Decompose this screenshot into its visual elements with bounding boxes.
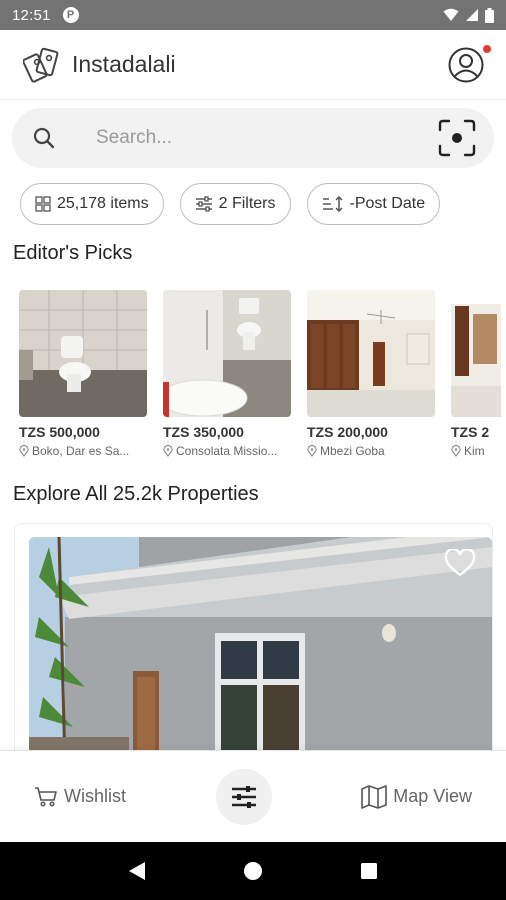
pick-location: Mbezi Goba (307, 444, 435, 458)
wifi-icon (443, 8, 459, 21)
pick-location-label: Kim (464, 444, 485, 458)
pick-location: Kim (451, 444, 501, 458)
pick-card[interactable]: TZS 500,000 Boko, Dar es Sa... (19, 290, 147, 458)
system-nav-bar (0, 842, 506, 900)
items-count-chip[interactable]: 25,178 items (20, 183, 164, 225)
pick-photo (163, 290, 291, 417)
location-pin-icon (19, 445, 29, 457)
profile-button[interactable] (448, 44, 491, 83)
pick-card[interactable]: TZS 2 Kim (451, 290, 501, 458)
recents-icon[interactable] (360, 862, 378, 880)
filter-chips: 25,178 items 2 Filters -Post Date (20, 183, 441, 225)
items-count-label: 25,178 items (57, 195, 149, 212)
app-logo-icon (22, 44, 64, 86)
location-pin-icon (307, 445, 317, 457)
signal-icon (466, 9, 478, 21)
sliders-icon (231, 785, 256, 808)
pick-price: TZS 350,000 (163, 424, 244, 440)
property-card[interactable] (14, 523, 493, 764)
sort-label: -Post Date (349, 195, 426, 212)
bottom-action-bar: Wishlist Map View (0, 750, 506, 842)
pick-card[interactable]: TZS 350,000 Consolata Missio... (163, 290, 291, 458)
pick-photo (307, 290, 435, 417)
filters-chip[interactable]: 2 Filters (179, 183, 291, 225)
editors-picks-title: Editor's Picks (13, 242, 133, 264)
pick-price: TZS 2 (451, 424, 490, 440)
status-time: 12:51 (12, 6, 51, 24)
home-icon[interactable] (243, 861, 263, 881)
pick-photo (451, 290, 501, 417)
editors-picks-carousel[interactable]: TZS 500,000 Boko, Dar es Sa... TZS 350,0… (19, 290, 501, 458)
cart-icon (35, 786, 57, 807)
pick-card[interactable]: TZS 200,000 Mbezi Goba (307, 290, 435, 458)
pick-location: Consolata Missio... (163, 444, 291, 458)
location-pin-icon (451, 445, 461, 457)
pick-location-label: Boko, Dar es Sa... (32, 444, 130, 458)
property-photo (29, 537, 492, 764)
back-icon[interactable] (128, 861, 146, 881)
search-input[interactable]: Search... (96, 127, 172, 149)
filter-button[interactable] (215, 768, 272, 825)
sort-chip[interactable]: -Post Date (306, 183, 441, 225)
user-icon (448, 47, 484, 82)
battery-icon (485, 7, 494, 23)
notification-p-icon: P (62, 7, 79, 23)
filters-label: 2 Filters (218, 195, 276, 212)
image-scan-icon[interactable] (438, 119, 476, 157)
heart-icon[interactable] (444, 549, 476, 577)
map-view-button[interactable]: Map View (361, 784, 472, 809)
map-icon (361, 784, 388, 809)
notification-dot (483, 44, 491, 53)
pick-price: TZS 500,000 (19, 424, 100, 440)
search-bar[interactable]: Search... (12, 108, 494, 168)
status-bar: 12:51 P (0, 0, 506, 30)
pick-location-label: Mbezi Goba (320, 444, 385, 458)
pick-location: Boko, Dar es Sa... (19, 444, 147, 458)
location-pin-icon (163, 445, 173, 457)
pick-price: TZS 200,000 (307, 424, 388, 440)
sliders-icon (195, 196, 212, 212)
pick-photo (19, 290, 147, 417)
map-view-label: Map View (393, 786, 472, 806)
app-bar: Instadalali (0, 30, 506, 100)
wishlist-label: Wishlist (64, 786, 126, 806)
search-icon (33, 127, 55, 149)
sort-icon (322, 196, 343, 212)
pick-location-label: Consolata Missio... (176, 444, 278, 458)
app-title: Instadalali (72, 51, 176, 77)
status-icons (443, 7, 494, 23)
explore-title: Explore All 25.2k Properties (13, 483, 259, 505)
grid-icon (35, 196, 51, 212)
wishlist-button[interactable]: Wishlist (34, 786, 126, 808)
